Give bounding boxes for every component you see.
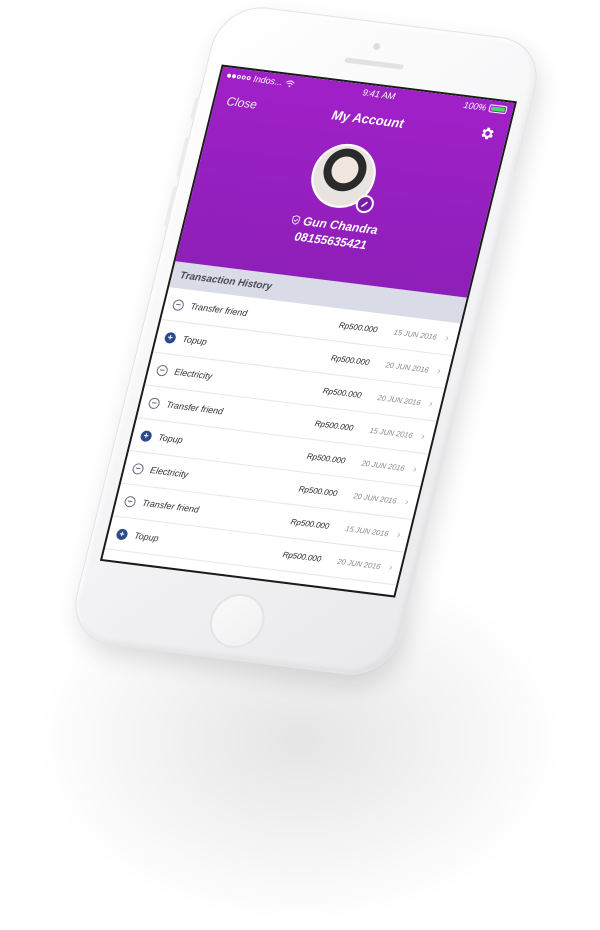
chevron-right-icon: › [444,332,451,344]
battery-icon [488,104,508,115]
transaction-date: 20 JUN 2016 [384,359,430,375]
transaction-date: 20 JUN 2016 [360,458,406,473]
gear-icon[interactable] [477,124,497,142]
chevron-right-icon: › [403,496,410,508]
chevron-right-icon: › [419,430,426,443]
plus-icon: + [139,429,153,442]
volume-up-button [176,136,190,177]
volume-down-button [163,186,178,227]
transaction-list: − Transfer friend Rp500.000 15 JUN 2016 › + To… [104,287,461,586]
transaction-amount: Rp500.000 [322,385,363,400]
account-header: Indos... 9:41 AM 100% Close My Account G… [175,66,515,298]
pencil-icon [360,201,368,207]
chevron-right-icon: › [411,463,418,475]
plus-icon: + [163,331,178,344]
battery-percent: 100% [462,99,488,113]
transaction-label: Topup [133,530,160,544]
transaction-amount: Rp500.000 [305,451,347,465]
signal-dots-icon [226,73,252,81]
minus-icon: − [131,462,145,475]
transaction-date: 15 JUN 2016 [344,523,390,538]
chevron-right-icon: › [387,561,394,574]
minus-icon: − [155,364,170,377]
transaction-date: 20 JUN 2016 [376,392,422,407]
page-title: My Account [330,106,406,131]
transaction-amount: Rp500.000 [297,483,339,498]
transaction-amount: Rp500.000 [289,516,331,531]
chevron-right-icon: › [436,365,443,377]
earpiece-speaker [344,57,405,70]
transaction-amount: Rp500.000 [330,352,371,367]
phone-body: Indos... 9:41 AM 100% Close My Account G… [65,2,547,680]
transaction-date: 20 JUN 2016 [352,490,398,506]
transaction-amount: Rp500.000 [313,418,355,433]
chevron-right-icon: › [395,528,402,541]
shield-check-icon [291,215,301,225]
home-button[interactable] [204,590,271,651]
transaction-amount: Rp500.000 [281,549,323,564]
minus-icon: − [171,298,186,311]
chevron-right-icon: › [428,397,434,410]
minus-icon: − [147,396,161,410]
power-button [501,172,518,223]
status-time: 9:41 AM [361,87,397,102]
front-camera [372,42,382,51]
minus-icon: − [123,495,137,508]
mute-switch [190,97,200,120]
transaction-date: 15 JUN 2016 [368,425,414,440]
transaction-date: 20 JUN 2016 [336,556,382,571]
device-mockup: Indos... 9:41 AM 100% Close My Account G… [0,0,600,930]
app-screen: Indos... 9:41 AM 100% Close My Account G… [99,64,517,598]
transaction-date: 15 JUN 2016 [392,327,438,342]
carrier-name: Indos... [252,73,284,88]
close-button[interactable]: Close [225,94,258,112]
wifi-icon [285,79,295,87]
transaction-amount: Rp500.000 [338,320,379,334]
plus-icon: + [115,527,129,541]
